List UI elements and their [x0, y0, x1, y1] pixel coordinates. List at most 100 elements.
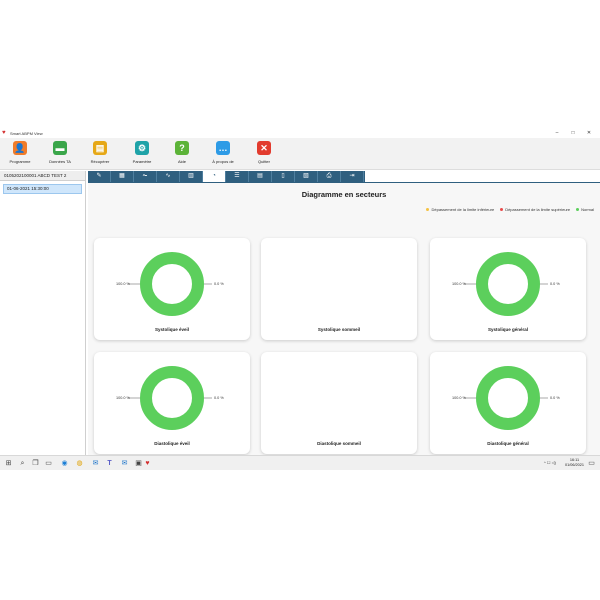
toolbar-label: Données TA — [49, 159, 71, 164]
normal-percent-label: 100.0 % — [116, 396, 130, 400]
toolbar-close-button[interactable]: ✕ Quitter — [244, 141, 284, 169]
heart-icon: ♥ — [2, 130, 6, 136]
close-icon: ✕ — [257, 141, 271, 155]
record-list-panel: 0105202100001 ABCD TEST 2 01-06-2021 15:… — [0, 171, 86, 455]
toolbar-clipboard-button[interactable]: ▤ Récupérer — [80, 141, 120, 169]
gear-icon: ⚙ — [135, 141, 149, 155]
pie-card: Systolique sommeil — [261, 238, 417, 340]
legend-marker — [500, 208, 504, 211]
other-percent-label: 0.0 % — [214, 282, 224, 286]
toolbar-help-button[interactable]: ? Aide — [162, 141, 202, 169]
window-titlebar: ♥ Smart ABPM View – □ ✕ — [0, 128, 600, 138]
pie-card: 100.0 % 0.0 % Systolique général — [430, 238, 586, 340]
search-icon[interactable]: ⌕ — [18, 459, 27, 468]
tab-document[interactable]: ▯ — [272, 171, 295, 182]
trend-icon: ∿ — [165, 173, 171, 179]
donut-chart — [128, 366, 212, 430]
pie-card-title: Systolique général — [487, 327, 528, 332]
bar-chart-icon: ▥ — [188, 173, 194, 179]
file-explorer-icon[interactable]: ▭ — [44, 459, 53, 468]
document-icon: ▯ — [281, 173, 285, 179]
outlook-icon[interactable]: ✉ — [91, 459, 100, 468]
chart-title: Diagramme en secteurs — [301, 190, 387, 199]
legend-label: Normal — [581, 207, 594, 212]
donut-chart — [464, 252, 548, 316]
pie-card: 100.0 % 0.0 % Systolique éveil — [94, 238, 250, 340]
normal-slice — [476, 252, 540, 316]
tab-stats[interactable]: ▤ — [249, 171, 272, 182]
patient-header[interactable]: 0105202100001 ABCD TEST 2 — [0, 171, 85, 181]
maximize-button[interactable]: □ — [566, 128, 580, 138]
legend-marker — [576, 208, 580, 211]
toolbar-gear-button[interactable]: ⚙ Paramètre — [122, 141, 162, 169]
pie-card-title: Diastolique éveil — [154, 441, 190, 446]
other-percent-label: 0.0 % — [214, 396, 224, 400]
pie-card-title: Systolique sommeil — [317, 327, 361, 332]
list-chart-icon: ☰ — [234, 173, 240, 179]
pie-card: 100.0 % 0.0 % Diastolique général — [430, 352, 586, 454]
app-icon[interactable]: ▣ — [134, 459, 143, 468]
system-tray[interactable]: ^ ☐ ◁) — [544, 460, 556, 465]
main-toolbar: 👤 Programme ▬ Données TA ▤ Récupérer ⚙ Paramètr… — [0, 138, 600, 170]
tab-print[interactable]: ⎙ — [318, 171, 341, 182]
donut-chart — [128, 252, 212, 316]
line-chart-icon: ⏦ — [142, 173, 148, 179]
close-window-button[interactable]: ✕ — [582, 128, 596, 138]
table-icon: ▦ — [119, 173, 125, 179]
pie-card: Diastolique sommeil — [261, 352, 417, 454]
tab-table[interactable]: ▦ — [111, 171, 134, 182]
notification-icon[interactable]: ▭ — [587, 459, 596, 468]
clock-date: 01/06/2021 — [564, 463, 584, 467]
normal-percent-label: 100.0 % — [452, 282, 466, 286]
tab-export[interactable]: ⇥ — [341, 171, 364, 182]
tab-line-chart[interactable]: ⏦ — [134, 171, 157, 182]
legend-label: Dépassement de la limite inférieure — [431, 207, 495, 212]
toolbar-folder-button[interactable]: ▬ Données TA — [40, 141, 80, 169]
window-title: Smart ABPM View — [10, 130, 43, 136]
view-tab-bar: ✎ ▦ ⏦ ∿ ▥ ◔ ☰ ▤ ▯ ▧ ⎙ ⇥ — [88, 171, 365, 182]
windows-start-icon[interactable]: ⊞ — [4, 459, 13, 468]
tab-pdf[interactable]: ▧ — [295, 171, 318, 182]
legend-item: Dépassement de la limite inférieure — [426, 207, 494, 212]
clipboard-icon: ▤ — [93, 141, 107, 155]
chrome-browser-icon[interactable]: ◍ — [75, 459, 84, 468]
legend-item: Normal — [576, 207, 594, 212]
mail-icon[interactable]: ✉ — [120, 459, 129, 468]
other-percent-label: 0.0 % — [550, 282, 560, 286]
tab-edit[interactable]: ✎ — [88, 171, 111, 182]
print-icon: ⎙ — [326, 173, 332, 179]
chart-legend: Dépassement de la limite inférieure Dépas… — [426, 207, 594, 212]
pie-card-title: Diastolique général — [487, 441, 529, 446]
legend-item: Dépassement de la limite supérieure — [500, 207, 570, 212]
tab-pie-chart[interactable]: ◔ — [203, 171, 226, 182]
pdf-icon: ▧ — [303, 173, 309, 179]
toolbar-user-program-button[interactable]: 👤 Programme — [0, 141, 40, 169]
toolbar-label: Quitter — [257, 159, 270, 164]
edit-icon: ✎ — [96, 173, 102, 179]
folder-icon: ▬ — [53, 141, 67, 155]
tab-bar-chart[interactable]: ▥ — [180, 171, 203, 182]
tab-list-chart[interactable]: ☰ — [226, 171, 249, 182]
pie-chart-icon: ◔ — [212, 173, 216, 179]
taskbar-clock[interactable]: 16:11 01/06/2021 — [565, 458, 584, 468]
stats-icon: ▤ — [257, 173, 263, 179]
legend-marker — [426, 208, 430, 211]
smart-abpm-icon[interactable]: ♥ — [143, 459, 152, 468]
edge-browser-icon[interactable]: ◉ — [60, 459, 69, 468]
toolbar-label: À propos de — [212, 159, 234, 164]
teams-icon[interactable]: T — [105, 459, 114, 468]
normal-percent-label: 100.0 % — [452, 396, 466, 400]
toolbar-label: Aide — [177, 159, 186, 164]
record-item[interactable]: 01-06-2021 15:30:00 — [3, 184, 82, 194]
minimize-button[interactable]: – — [550, 128, 564, 138]
pie-chart-view: Diagramme en secteurs Dépassement de la … — [88, 183, 600, 455]
task-view-icon[interactable]: ❐ — [31, 459, 40, 468]
toolbar-chat-button[interactable]: … À propos de — [203, 141, 243, 169]
toolbar-label: Programme — [9, 159, 31, 164]
legend-label: Dépassement de la limite supérieure — [505, 207, 571, 212]
help-icon: ? — [175, 141, 189, 155]
pie-card-title: Systolique éveil — [154, 327, 189, 332]
normal-slice — [140, 252, 204, 316]
tab-trend[interactable]: ∿ — [157, 171, 180, 182]
normal-slice — [476, 366, 540, 430]
